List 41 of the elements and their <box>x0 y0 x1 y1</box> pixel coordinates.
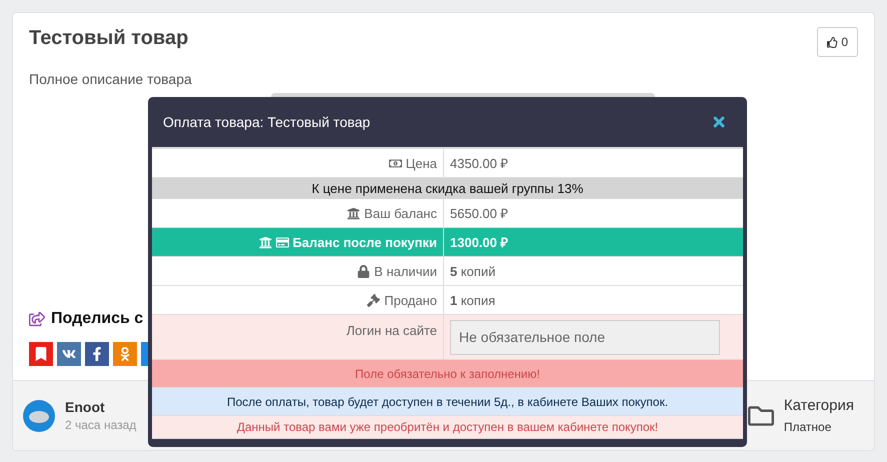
field-value: 4350.00 ₽ <box>450 155 509 172</box>
product-description: Полное описание товара <box>29 71 193 87</box>
field-value: 1 копия <box>450 292 496 308</box>
odnoklassniki-icon <box>118 347 132 361</box>
share-button[interactable] <box>29 342 53 366</box>
field-value: 5 копий <box>450 264 496 278</box>
bank-icon <box>347 206 360 220</box>
field-label: Ваш баланс <box>364 206 437 220</box>
credit-card-icon <box>276 236 289 248</box>
lock-icon <box>357 264 370 278</box>
dialog-title: Оплата товара: Тестовый товар <box>163 114 370 130</box>
vk-icon <box>62 347 76 361</box>
avatar <box>23 400 55 432</box>
post-time: 2 часа назад <box>65 418 136 432</box>
field-label: В наличии <box>374 264 437 278</box>
gavel-icon <box>367 294 380 306</box>
thumbs-up-icon <box>827 36 838 48</box>
warning-message: Данный товар вами уже преобритён и доступен в вашем кабинете покупок! <box>152 416 743 439</box>
bank-icon <box>258 236 272 248</box>
share-button[interactable] <box>85 342 109 366</box>
banknote-icon <box>388 156 402 170</box>
bookmark-icon <box>34 347 48 361</box>
field-label: Логин на сайте <box>346 323 437 338</box>
error-message: Поле обязательно к заполнению! <box>152 360 743 388</box>
product-title: Тестовый товар <box>29 27 188 50</box>
discount-notice: К цене применена скидка вашей группы 13% <box>152 178 743 199</box>
field-value: 5650.00 ₽ <box>450 205 509 222</box>
share-button[interactable] <box>57 342 81 366</box>
author-name: Enoot <box>65 399 106 415</box>
share-heading: Поделись с <box>51 310 144 328</box>
category-value: Платное <box>784 420 832 434</box>
field-value: 1300.00 ₽ <box>450 234 509 251</box>
share-icon <box>29 311 45 327</box>
info-message: После оплаты, товар будет доступен в течении 5д., в кабинете Ваших покупок. <box>152 388 743 416</box>
category-label: Категория <box>784 397 854 414</box>
field-label: Продано <box>384 292 437 308</box>
like-button[interactable]: 0 <box>817 27 858 57</box>
field-label: Цена <box>406 156 437 170</box>
close-button[interactable] <box>711 114 727 130</box>
login-input[interactable]: Не обязательное поле <box>450 320 720 354</box>
field-label: Баланс после покупки <box>292 234 437 250</box>
